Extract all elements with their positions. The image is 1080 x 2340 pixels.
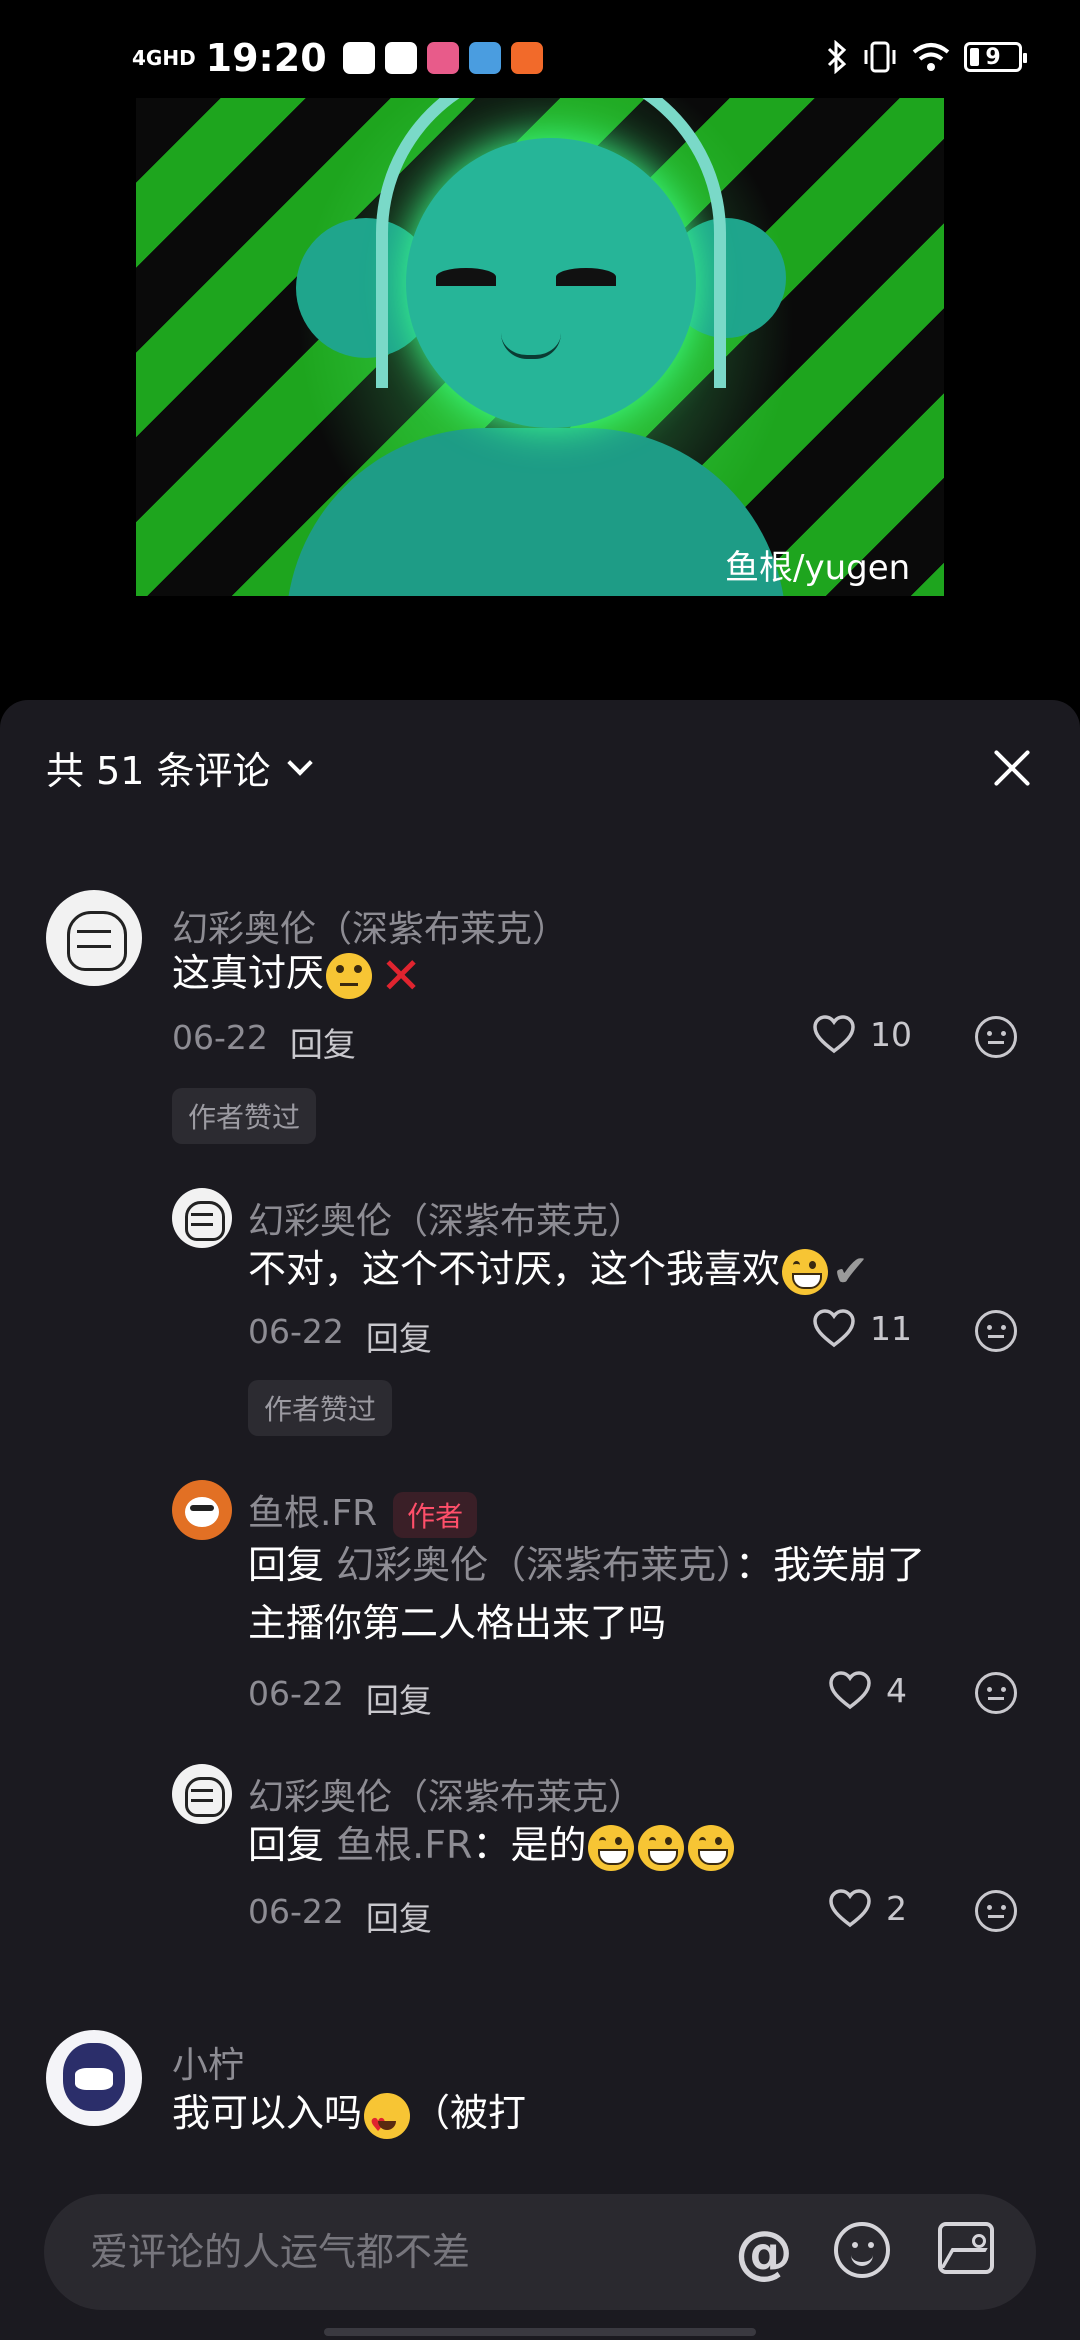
heart-icon (812, 1308, 856, 1348)
comment-text-content: 这真讨厌 (172, 951, 325, 995)
avatar[interactable] (46, 890, 142, 986)
comment-count-dropdown[interactable]: 共 51 条评论 (46, 740, 313, 795)
comment-count-title: 共 51 条评论 (46, 749, 271, 793)
comment-text: 不对，这个不讨厌，这个我喜欢 ✔ (248, 1240, 878, 1298)
mention-at-icon[interactable]: @ (734, 2222, 794, 2282)
dislike-face-icon[interactable] (975, 1890, 1017, 1932)
avatar[interactable] (172, 1188, 232, 1248)
dislike-face-icon[interactable] (975, 1016, 1017, 1058)
image-icon[interactable] (938, 2222, 994, 2274)
app-notification-icon (510, 42, 543, 74)
comment-input-container: @ (44, 2194, 1036, 2310)
grin-emoji-icon (588, 1824, 635, 1871)
comment-username[interactable]: 幻彩奥伦（深紫布莱克） (248, 1768, 644, 1820)
status-time: 19:20 (205, 36, 327, 80)
heart-icon (812, 1014, 856, 1054)
grin-emoji-icon (782, 1248, 829, 1295)
comment-username-text[interactable]: 鱼根.FR (248, 1493, 377, 1534)
comment-meta: 06-22 回复 (172, 1018, 356, 1066)
emoji-icon[interactable] (834, 2222, 890, 2278)
comment-input-bar: @ (0, 2170, 1080, 2340)
comment-text: 这真讨厌 ✕ (172, 944, 428, 1002)
comment-text-tail: （被打 (412, 2091, 527, 2135)
reply-target-user[interactable]: 鱼根.FR (336, 1823, 472, 1867)
avatar[interactable] (172, 1480, 232, 1540)
comment-username[interactable]: 幻彩奥伦（深紫布莱克） (248, 1192, 644, 1244)
close-icon[interactable] (984, 740, 1040, 796)
comment-date: 06-22 (248, 1674, 344, 1713)
like-count: 4 (886, 1670, 907, 1710)
comment-username: 鱼根.FR 作者 (248, 1484, 478, 1538)
reply-button[interactable]: 回复 (366, 1312, 432, 1360)
reply-prefix: 回复 (248, 1823, 325, 1867)
comment-text-content: ：是的 (472, 1823, 587, 1867)
app-notification-icon (342, 42, 375, 74)
network-indicator: 4GHD (132, 46, 196, 70)
eye-roll-emoji-icon (326, 952, 373, 999)
app-notification-icon (426, 42, 459, 74)
comment-text-content: 我可以入吗 (172, 2091, 363, 2135)
heart-icon (828, 1670, 872, 1710)
status-bar: 4GHD 19:20 9 (0, 0, 1080, 120)
chevron-down-icon (286, 749, 313, 776)
author-liked-badge: 作者赞过 (248, 1380, 393, 1436)
battery-level: 9 (985, 44, 1001, 70)
comment-date: 06-22 (172, 1018, 268, 1057)
cross-mark-emoji-icon: ✕ (380, 946, 422, 1005)
dislike-face-icon[interactable] (975, 1672, 1017, 1714)
comment-meta: 06-22 回复 (248, 1674, 432, 1722)
like-button[interactable]: 11 (812, 1308, 912, 1348)
author-liked-badge: 作者赞过 (172, 1088, 317, 1144)
bluetooth-icon (827, 40, 847, 74)
avatar[interactable] (46, 2030, 142, 2126)
comment-username[interactable]: 小柠 (172, 2036, 244, 2088)
comment-text: 回复 幻彩奥伦（深紫布莱克）：我笑崩了 (248, 1536, 925, 1594)
comment-input[interactable] (90, 2220, 730, 2284)
reply-prefix: 回复 (248, 1543, 325, 1587)
like-count: 10 (870, 1014, 912, 1054)
message-notification-icon (384, 42, 417, 74)
comment-date: 06-22 (248, 1892, 344, 1931)
comment-text-line1: ：我笑崩了 (735, 1543, 926, 1587)
comment-text: 回复 鱼根.FR：是的 (248, 1816, 736, 1874)
reply-button[interactable]: 回复 (290, 1018, 356, 1066)
vibrate-icon (864, 41, 896, 73)
battery-icon: 9 (964, 42, 1027, 72)
reply-button[interactable]: 回复 (366, 1892, 432, 1940)
grin-emoji-icon (688, 1824, 735, 1871)
author-tag: 作者 (393, 1492, 478, 1538)
like-button[interactable]: 4 (828, 1670, 907, 1710)
comment-text-line2: 主播你第二人格出来了吗 (248, 1601, 667, 1645)
comment-meta: 06-22 回复 (248, 1892, 432, 1940)
heart-eyes-emoji-icon (364, 2092, 411, 2155)
like-count: 2 (886, 1888, 907, 1928)
like-count: 11 (870, 1308, 912, 1348)
reply-button[interactable]: 回复 (366, 1674, 432, 1722)
comment-text: 我可以入吗 （被打 (172, 2084, 527, 2155)
wifi-icon (912, 43, 950, 71)
app-notification-icon (468, 42, 501, 74)
avatar[interactable] (172, 1764, 232, 1824)
like-button[interactable]: 2 (828, 1888, 907, 1928)
comment-text-content: 不对，这个不讨厌，这个我喜欢 (248, 1247, 781, 1291)
home-indicator (324, 2328, 756, 2336)
check-mark-emoji-icon: ✔ (832, 1245, 869, 1297)
heart-icon (828, 1888, 872, 1928)
video-cover-image (136, 98, 944, 596)
comment-meta: 06-22 回复 (248, 1312, 432, 1360)
comment-sheet-header: 共 51 条评论 (0, 700, 1080, 830)
video-watermark: 鱼根/yugen (725, 548, 911, 588)
comment-sheet: 共 51 条评论 幻彩奥伦（深紫布莱克） 这真讨厌 ✕ 06-22 回复 10 作… (0, 700, 1080, 2340)
grin-emoji-icon (638, 1824, 685, 1871)
reply-target-user[interactable]: 幻彩奥伦（深紫布莱克） (336, 1543, 735, 1587)
dislike-face-icon[interactable] (975, 1310, 1017, 1352)
like-button[interactable]: 10 (812, 1014, 912, 1054)
comment-date: 06-22 (248, 1312, 344, 1351)
